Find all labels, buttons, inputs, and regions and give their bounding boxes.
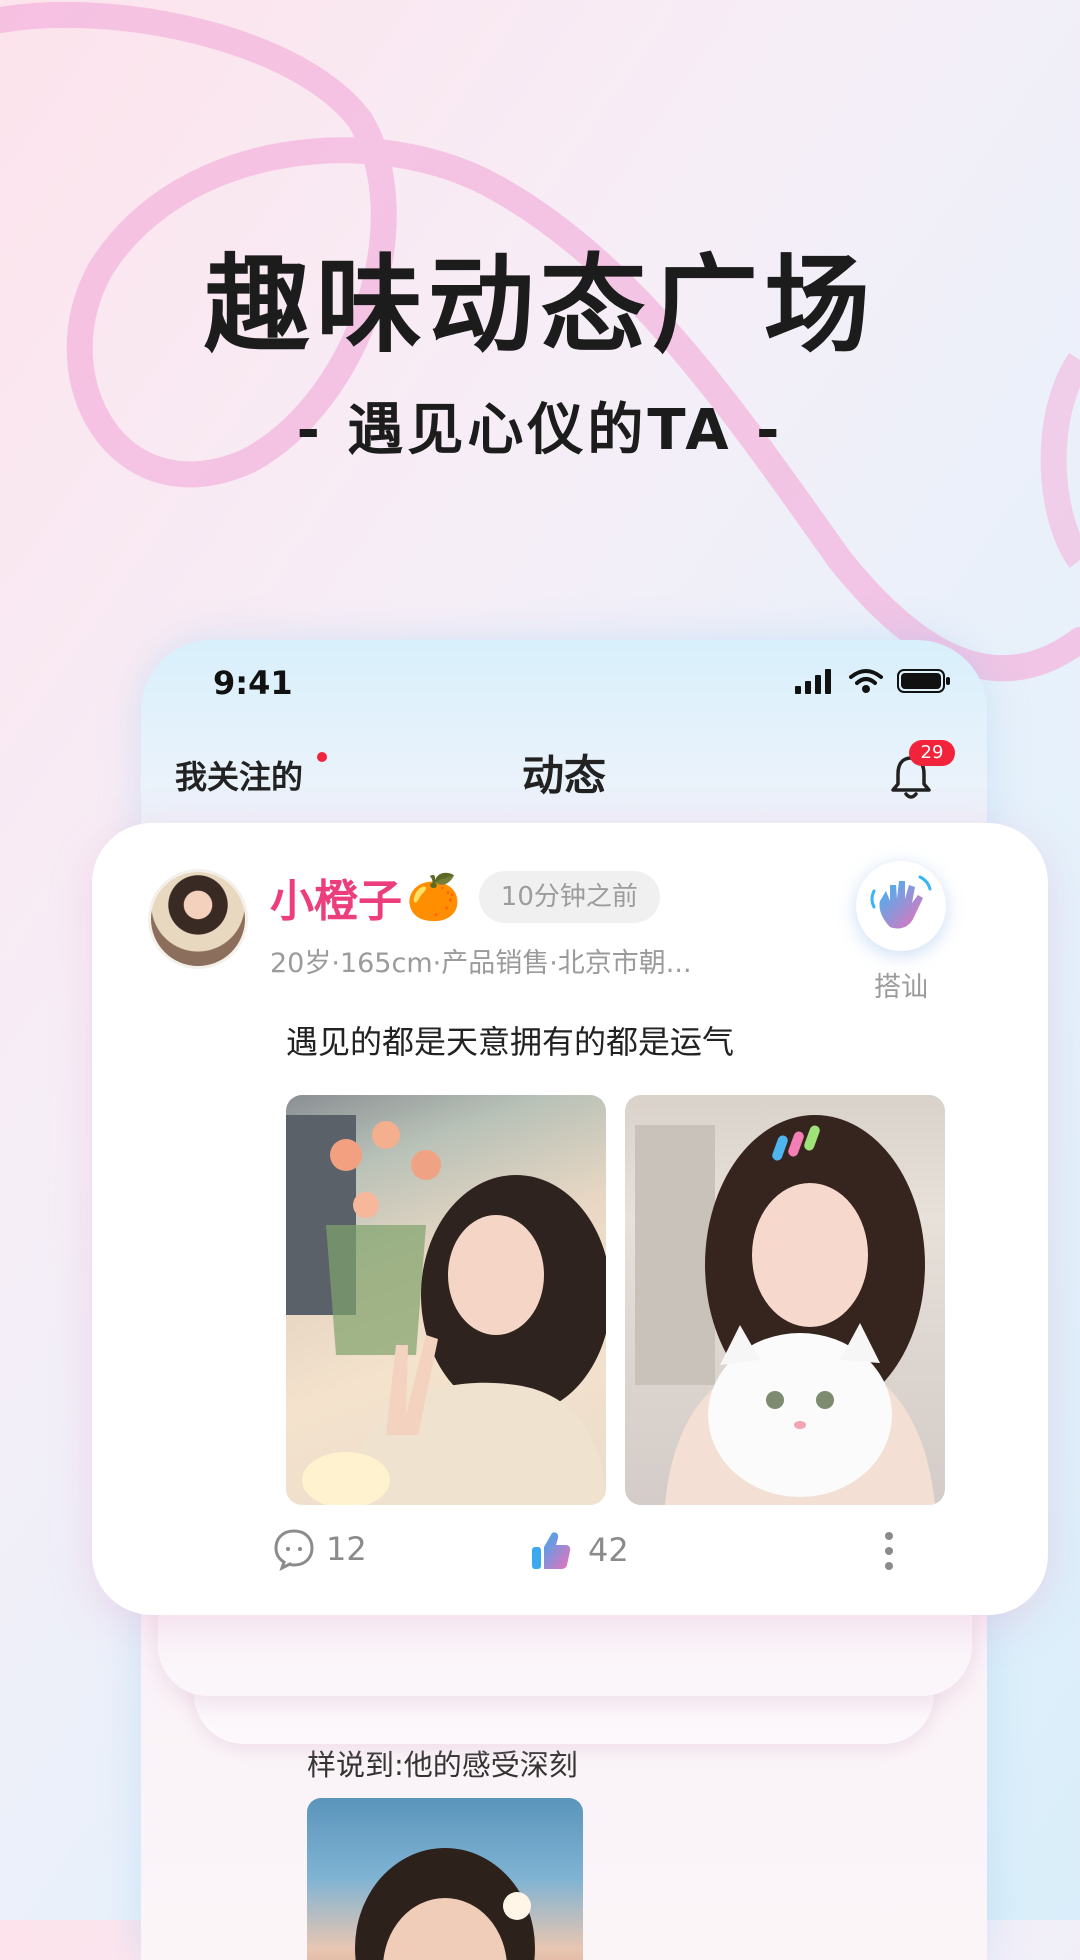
- post-header: 小橙子 🍊 10分钟之前: [270, 865, 660, 929]
- status-icons: [795, 668, 951, 694]
- next-post-photo[interactable]: [307, 1798, 583, 1960]
- post-photo-2[interactable]: [625, 1095, 945, 1505]
- page-title: 动态: [521, 751, 606, 800]
- greet-label: 搭讪: [874, 972, 928, 1003]
- top-nav: 我关注的 动态 29: [141, 740, 987, 820]
- comment-count: 12: [326, 1530, 367, 1568]
- post-photo-1[interactable]: [286, 1095, 606, 1505]
- promo-subtitle: - 遇见心仪的TA -: [296, 397, 784, 463]
- like-count: 42: [588, 1531, 629, 1569]
- time-ago-badge: 10分钟之前: [478, 871, 660, 923]
- post-photo-2-art: [635, 1115, 935, 1505]
- user-meta: 20岁·165cm·产品销售·北京市朝...: [270, 948, 692, 979]
- notification-badge: 29: [909, 740, 955, 766]
- more-options-icon[interactable]: [884, 1531, 894, 1571]
- post-text: 遇见的都是天意拥有的都是运气: [286, 1023, 735, 1061]
- promo-headline: 趣味动态广场 - 遇见心仪的TA -: [0, 244, 1080, 466]
- like-button[interactable]: 42: [530, 1529, 629, 1571]
- username[interactable]: 小橙子: [270, 865, 402, 929]
- promo-title: 趣味动态广场: [204, 244, 876, 367]
- battery-icon: [897, 669, 950, 693]
- post-actions: 12 42: [92, 1523, 1048, 1583]
- post-photo-1-art: [286, 1115, 606, 1505]
- avatar[interactable]: [148, 869, 248, 969]
- next-post-text: 样说到:他的感受深刻: [307, 1748, 578, 1782]
- signal-icon: [795, 669, 831, 694]
- wave-hand-icon: [870, 875, 932, 929]
- greet-button[interactable]: [856, 861, 946, 951]
- orange-emoji-icon: 🍊: [406, 872, 461, 923]
- comment-button[interactable]: 12: [272, 1527, 367, 1571]
- post-card[interactable]: 小橙子 🍊 10分钟之前 20岁·165cm·产品销售·北京市朝... 搭讪 遇…: [92, 823, 1048, 1615]
- status-time: 9:41: [213, 664, 293, 702]
- wifi-icon: [849, 669, 883, 693]
- thumbs-up-icon: [532, 1532, 571, 1569]
- comment-icon: [274, 1529, 314, 1571]
- next-post-photo-art: [355, 1848, 535, 1960]
- status-bar: 9:41: [141, 640, 987, 730]
